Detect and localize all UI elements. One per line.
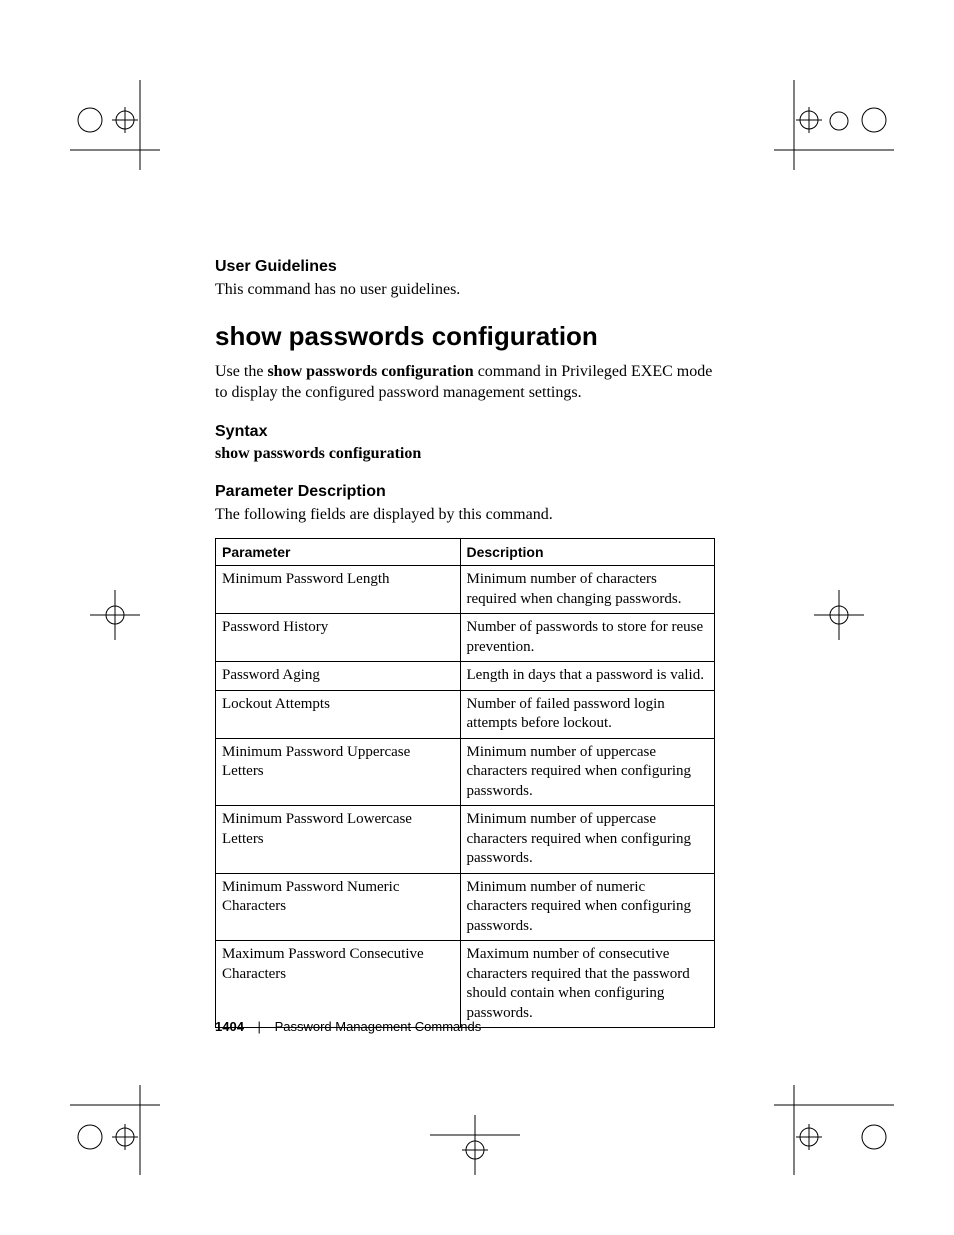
page-number: 1404 <box>215 1019 244 1034</box>
crop-mark-icon <box>70 1085 160 1175</box>
table-cell-parameter: Minimum Password Lowercase Letters <box>216 806 461 874</box>
footer-separator-icon: | <box>258 1019 261 1034</box>
page-footer: 1404 | Password Management Commands <box>215 1019 481 1034</box>
heading-user-guidelines: User Guidelines <box>215 258 715 276</box>
table-row: Password HistoryNumber of passwords to s… <box>216 614 715 662</box>
syntax-line: show passwords configuration <box>215 445 715 463</box>
parameters-table: Parameter Description Minimum Password L… <box>215 538 715 1028</box>
page-content: User Guidelines This command has no user… <box>215 258 715 1028</box>
footer-section-title: Password Management Commands <box>275 1019 482 1034</box>
command-intro: Use the show passwords configuration com… <box>215 362 715 404</box>
table-row: Minimum Password LengthMinimum number of… <box>216 566 715 614</box>
crop-mark-icon <box>774 80 894 170</box>
table-header-parameter: Parameter <box>216 539 461 566</box>
table-cell-parameter: Password History <box>216 614 461 662</box>
registration-mark-icon <box>814 590 864 640</box>
command-title: show passwords configuration <box>215 321 715 352</box>
intro-command-name: show passwords configuration <box>267 363 473 380</box>
parameter-description-body: The following fields are displayed by th… <box>215 505 715 526</box>
user-guidelines-body: This command has no user guidelines. <box>215 280 715 301</box>
heading-syntax: Syntax <box>215 423 715 441</box>
table-row: Maximum Password Consecutive CharactersM… <box>216 941 715 1028</box>
crop-mark-icon <box>70 80 160 170</box>
table-cell-description: Minimum number of uppercase characters r… <box>460 738 715 806</box>
registration-mark-icon <box>430 1115 520 1175</box>
table-cell-parameter: Minimum Password Numeric Characters <box>216 873 461 941</box>
table-cell-description: Maximum number of consecutive characters… <box>460 941 715 1028</box>
table-header-row: Parameter Description <box>216 539 715 566</box>
table-cell-parameter: Maximum Password Consecutive Characters <box>216 941 461 1028</box>
registration-mark-icon <box>90 590 140 640</box>
intro-text: Use the <box>215 363 267 380</box>
table-header-description: Description <box>460 539 715 566</box>
table-row: Password AgingLength in days that a pass… <box>216 662 715 691</box>
crop-mark-icon <box>774 1085 894 1175</box>
table-cell-parameter: Lockout Attempts <box>216 690 461 738</box>
table-cell-description: Minimum number of characters required wh… <box>460 566 715 614</box>
table-cell-parameter: Password Aging <box>216 662 461 691</box>
table-row: Minimum Password Uppercase LettersMinimu… <box>216 738 715 806</box>
table-cell-description: Number of passwords to store for reuse p… <box>460 614 715 662</box>
table-cell-parameter: Minimum Password Uppercase Letters <box>216 738 461 806</box>
table-cell-description: Length in days that a password is valid. <box>460 662 715 691</box>
table-cell-parameter: Minimum Password Length <box>216 566 461 614</box>
table-row: Minimum Password Lowercase LettersMinimu… <box>216 806 715 874</box>
table-row: Lockout AttemptsNumber of failed passwor… <box>216 690 715 738</box>
table-cell-description: Minimum number of uppercase characters r… <box>460 806 715 874</box>
document-page: User Guidelines This command has no user… <box>0 0 954 1235</box>
table-cell-description: Number of failed password login attempts… <box>460 690 715 738</box>
table-cell-description: Minimum number of numeric characters req… <box>460 873 715 941</box>
table-row: Minimum Password Numeric CharactersMinim… <box>216 873 715 941</box>
heading-parameter-description: Parameter Description <box>215 483 715 501</box>
